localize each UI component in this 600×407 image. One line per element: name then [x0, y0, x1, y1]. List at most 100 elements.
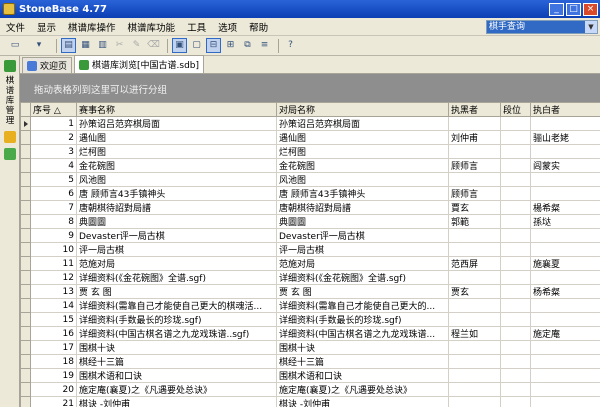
row-index[interactable]: 15	[30, 312, 77, 327]
row-game[interactable]: 详细资料(中国古棋名谱之九龙戏珠谱...	[276, 326, 449, 341]
row-selector[interactable]	[20, 242, 31, 257]
row-selector[interactable]	[20, 172, 31, 187]
maximize-button[interactable]: □	[566, 2, 581, 16]
row-selector[interactable]	[20, 116, 31, 131]
table-row[interactable]: 9 Devaster评一局古棋 Devaster评一局古棋	[20, 228, 600, 243]
row-white[interactable]: 施襄夏	[530, 256, 600, 271]
edit-icon[interactable]: ✎	[129, 38, 144, 53]
table-row[interactable]: 5 风池图 风池图	[20, 172, 600, 187]
row-white[interactable]	[530, 368, 600, 383]
col-header-game[interactable]: 对局名称	[276, 102, 449, 117]
row-white[interactable]: 杨希粲	[530, 284, 600, 299]
row-selector[interactable]	[20, 200, 31, 215]
group-by-panel[interactable]: 拖动表格列到这里可以进行分组	[20, 74, 600, 102]
table-row[interactable]: 21 棋诀 -刘仲甫 棋诀 -刘仲甫	[20, 396, 600, 407]
row-index[interactable]: 3	[30, 144, 77, 159]
row-black[interactable]: 賈玄	[448, 200, 501, 215]
row-game[interactable]: 棋诀 -刘仲甫	[276, 396, 449, 407]
row-game[interactable]: 范施对局	[276, 256, 449, 271]
row-black[interactable]: 程兰如	[448, 326, 501, 341]
row-event[interactable]: 棋经十三篇	[76, 354, 277, 369]
list-icon[interactable]: ≡	[257, 38, 272, 53]
row-selector[interactable]	[20, 368, 31, 383]
col-header-white[interactable]: 执白者	[530, 102, 600, 117]
row-white[interactable]	[530, 116, 600, 131]
row-event[interactable]: 金花碗图	[76, 158, 277, 173]
row-event[interactable]: 遇仙图	[76, 130, 277, 145]
row-event[interactable]: 唐朝棋待詔對局譜	[76, 200, 277, 215]
row-index[interactable]: 16	[30, 326, 77, 341]
col-header-event[interactable]: 赛事名称	[76, 102, 277, 117]
row-event[interactable]: 唐 顾师言43手镇神头	[76, 186, 277, 201]
row-game[interactable]: 风池图	[276, 172, 449, 187]
row-index[interactable]: 13	[30, 284, 77, 299]
row-index[interactable]: 21	[30, 396, 77, 407]
row-white[interactable]	[530, 228, 600, 243]
table-row[interactable]: 13 贾 玄 图贾 玄 图贾玄 杨希粲	[20, 284, 600, 299]
row-game[interactable]: 详细资料(《金花碗图》全谱.sgf)	[276, 270, 449, 285]
layout-d-icon[interactable]: ⊞	[223, 38, 238, 53]
row-index[interactable]: 2	[30, 130, 77, 145]
row-game[interactable]: 烂柯图	[276, 144, 449, 159]
row-rank[interactable]	[500, 354, 531, 369]
table-row[interactable]: 1 孙策诏吕范弈棋局面 孙策诏吕范弈棋局面	[20, 116, 600, 131]
row-game[interactable]: Devaster评一局古棋	[276, 228, 449, 243]
row-black[interactable]: 顾师言	[448, 158, 501, 173]
row-white[interactable]	[530, 396, 600, 407]
row-index[interactable]: 8	[30, 214, 77, 229]
layout-c-icon[interactable]: ⊟	[206, 38, 221, 53]
row-event[interactable]: 详细资料(需靠自己才能使自己更大的棋魂活...	[76, 298, 277, 313]
row-game[interactable]: 遇仙图	[276, 130, 449, 145]
row-black[interactable]	[448, 270, 501, 285]
row-selector[interactable]	[20, 130, 31, 145]
row-selector[interactable]	[20, 228, 31, 243]
row-game[interactable]: 典圖圖	[276, 214, 449, 229]
window-icon[interactable]: ⧉	[240, 38, 255, 53]
table-row[interactable]: 20 施定庵(襄夏)之《凡遇要处总诀》 施定庵(襄夏)之《凡遇要处总诀》	[20, 382, 600, 397]
row-event[interactable]: 围棋术语和口诀	[76, 368, 277, 383]
row-game[interactable]: 详细资料(需靠自己才能使自己更大的...	[276, 298, 449, 313]
row-index[interactable]: 20	[30, 382, 77, 397]
menu-library-functions[interactable]: 棋谱库功能	[122, 20, 182, 34]
row-black[interactable]	[448, 312, 501, 327]
table-row[interactable]: 6唐 顾师言43手镇神头唐 顾师言43手镇神头 顾师言	[20, 186, 600, 201]
col-header-black[interactable]: 执黑者	[448, 102, 501, 117]
row-black[interactable]: 贾玄	[448, 284, 501, 299]
row-black[interactable]	[448, 242, 501, 257]
table-row[interactable]: 19 围棋术语和口诀 围棋术语和口诀	[20, 368, 600, 383]
row-black[interactable]: 刘仲甫	[448, 130, 501, 145]
row-game[interactable]: 贾 玄 图	[276, 284, 449, 299]
row-event[interactable]: Devaster评一局古棋	[76, 228, 277, 243]
row-black[interactable]	[448, 382, 501, 397]
row-selector[interactable]	[20, 256, 31, 271]
row-black[interactable]	[448, 396, 501, 407]
row-index[interactable]: 12	[30, 270, 77, 285]
open-folder-icon[interactable]: ▾	[28, 38, 50, 53]
row-event[interactable]: 烂柯图	[76, 144, 277, 159]
row-rank[interactable]	[500, 382, 531, 397]
row-black[interactable]: 顾师言	[448, 186, 501, 201]
row-selector[interactable]	[20, 158, 31, 173]
row-event[interactable]: 风池图	[76, 172, 277, 187]
cut-icon[interactable]: ✂	[112, 38, 127, 53]
row-rank[interactable]	[500, 340, 531, 355]
table-row[interactable]: 15 详细资料(手数最长的珍珑.sgf) 详细资料(手数最长的珍珑.sgf)	[20, 312, 600, 327]
row-rank[interactable]	[500, 284, 531, 299]
row-index[interactable]: 11	[30, 256, 77, 271]
row-index[interactable]: 1	[30, 116, 77, 131]
row-rank[interactable]	[500, 242, 531, 257]
row-game[interactable]: 唐朝棋待詔對局譜	[276, 200, 449, 215]
row-index[interactable]: 18	[30, 354, 77, 369]
row-selector[interactable]	[20, 354, 31, 369]
close-button[interactable]: ×	[583, 2, 598, 16]
row-black[interactable]: 范西屏	[448, 256, 501, 271]
row-index[interactable]: 9	[30, 228, 77, 243]
row-game[interactable]: 棋经十三篇	[276, 354, 449, 369]
row-black[interactable]	[448, 354, 501, 369]
row-white[interactable]: 施定庵	[530, 326, 600, 341]
row-rank[interactable]	[500, 130, 531, 145]
row-game[interactable]: 金花碗图	[276, 158, 449, 173]
row-game[interactable]: 评一局古棋	[276, 242, 449, 257]
row-rank[interactable]	[500, 228, 531, 243]
menu-library-ops[interactable]: 棋谱库操作	[62, 20, 122, 34]
